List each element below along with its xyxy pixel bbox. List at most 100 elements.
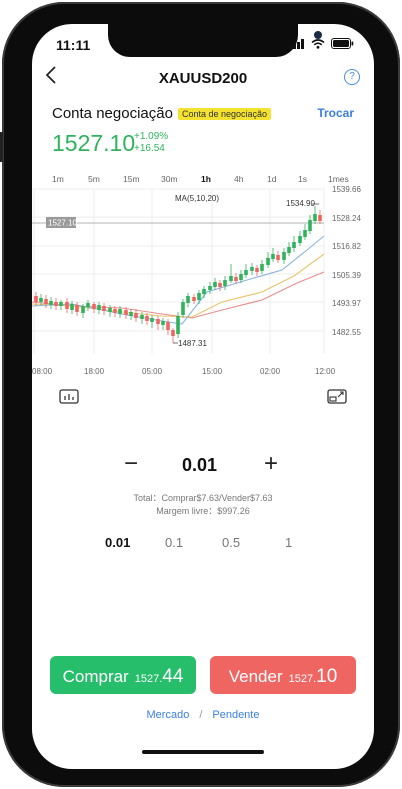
candle xyxy=(150,318,154,322)
order-mode-switch: Mercado / Pendente xyxy=(32,709,374,721)
screen: 11:11 XAUUSD200 ? Conta negociação Conta… xyxy=(32,24,374,769)
candle xyxy=(92,304,96,309)
candle xyxy=(202,289,206,294)
fullscreen-icon[interactable] xyxy=(327,389,347,405)
candle xyxy=(54,302,58,306)
buy-label: Comprar xyxy=(62,667,129,686)
free-margin-text: Margem livre：$997.26 xyxy=(156,506,250,516)
current-price-tag: 1527.10 xyxy=(48,219,77,228)
market-order-link[interactable]: Mercado xyxy=(147,709,190,721)
candle xyxy=(176,316,180,334)
candle xyxy=(213,282,217,287)
candle xyxy=(292,242,296,248)
x-tick: 02:00 xyxy=(260,367,281,376)
battery-icon xyxy=(331,38,354,49)
candle xyxy=(186,296,190,303)
candle xyxy=(113,309,117,313)
candle xyxy=(313,214,317,221)
decrease-volume-button[interactable]: − xyxy=(124,450,138,478)
top-bar: XAUUSD200 ? xyxy=(32,64,374,94)
status-icons xyxy=(289,38,354,49)
candle xyxy=(260,264,264,271)
candle xyxy=(145,316,149,321)
candle xyxy=(229,276,233,281)
y-tick: 1482.55 xyxy=(332,328,361,337)
candle xyxy=(303,230,307,237)
sell-price-small: 1527. xyxy=(288,673,317,685)
candle xyxy=(255,268,259,272)
y-tick: 1505.39 xyxy=(332,271,361,280)
change-percent: +1.09% xyxy=(134,131,169,142)
x-tick: 18:00 xyxy=(84,367,105,376)
candle xyxy=(244,270,248,275)
x-axis-labels: 08:00 18:00 05:00 15:00 02:00 12:00 xyxy=(32,367,336,376)
lot-option-0-5[interactable]: 0.5 xyxy=(222,535,240,550)
symbol-title: XAUUSD200 xyxy=(158,70,248,87)
help-icon[interactable]: ? xyxy=(344,69,360,85)
tab-1d[interactable]: 1d xyxy=(267,174,276,184)
candle xyxy=(250,267,254,271)
tab-5m[interactable]: 5m xyxy=(88,174,100,184)
candle xyxy=(161,321,165,325)
tab-4h[interactable]: 4h xyxy=(234,174,243,184)
candle xyxy=(239,274,243,280)
candle xyxy=(156,319,160,324)
candle xyxy=(140,315,144,319)
candle xyxy=(171,330,175,336)
candle xyxy=(181,302,185,315)
candle xyxy=(276,255,280,260)
candle xyxy=(271,254,275,259)
lot-option-1[interactable]: 1 xyxy=(285,535,292,550)
buy-button[interactable]: Comprar 1527. 44 xyxy=(50,656,196,694)
tab-1h[interactable]: 1h xyxy=(201,174,211,184)
candle xyxy=(49,301,53,305)
candle xyxy=(208,286,212,290)
candle xyxy=(39,298,43,302)
candle xyxy=(124,310,128,315)
buy-price-big: 44 xyxy=(162,666,184,687)
total-cost-text: Total：Comprar$7.63/Vender$7.63 xyxy=(133,493,273,503)
candle xyxy=(298,236,302,243)
price-chart[interactable]: 1527.10 MA(5,10,20) 1534.90 1487.31 1539… xyxy=(32,184,374,376)
tab-1mes[interactable]: 1mes xyxy=(328,174,349,184)
sell-button[interactable]: Vender 1527. 10 xyxy=(210,656,356,694)
y-axis-labels: 1539.66 1528.24 1516.82 1505.39 1493.97 … xyxy=(332,185,361,337)
tab-1s[interactable]: 1s xyxy=(298,174,307,184)
x-tick: 12:00 xyxy=(315,367,336,376)
high-annotation: 1534.90 xyxy=(286,199,315,208)
account-label: Conta negociação xyxy=(52,105,173,122)
sell-price-big: 10 xyxy=(316,666,338,687)
candle xyxy=(102,306,106,311)
signal-icon xyxy=(289,38,304,49)
candle xyxy=(266,258,270,265)
candle xyxy=(65,302,69,309)
increase-volume-button[interactable]: + xyxy=(264,450,278,478)
candle xyxy=(34,296,38,302)
candle xyxy=(86,303,90,307)
candle xyxy=(75,305,79,312)
tab-15m[interactable]: 15m xyxy=(123,174,140,184)
x-tick: 05:00 xyxy=(142,367,163,376)
lot-option-0-01[interactable]: 0.01 xyxy=(105,535,130,550)
lot-option-0-1[interactable]: 0.1 xyxy=(165,535,183,550)
indicator-icon[interactable] xyxy=(59,389,79,405)
account-badge: Conta de negociação xyxy=(178,108,272,120)
candle xyxy=(192,297,196,301)
volume-value[interactable]: 0.01 xyxy=(182,455,217,476)
y-tick: 1528.24 xyxy=(332,214,361,223)
pending-order-link[interactable]: Pendente xyxy=(212,709,259,721)
tab-1m[interactable]: 1m xyxy=(52,174,64,184)
switch-account-button[interactable]: Trocar xyxy=(317,106,354,120)
y-tick: 1539.66 xyxy=(332,185,361,194)
home-indicator[interactable] xyxy=(142,750,264,754)
tab-30m[interactable]: 30m xyxy=(161,174,178,184)
candle xyxy=(166,322,170,330)
x-tick: 08:00 xyxy=(32,367,53,376)
candle xyxy=(318,215,322,221)
candle xyxy=(308,220,312,231)
candle xyxy=(59,302,63,306)
mode-separator: / xyxy=(199,709,203,721)
phone-frame: 11:11 XAUUSD200 ? Conta negociação Conta… xyxy=(0,2,400,787)
candle xyxy=(234,277,238,281)
candle xyxy=(287,247,291,253)
